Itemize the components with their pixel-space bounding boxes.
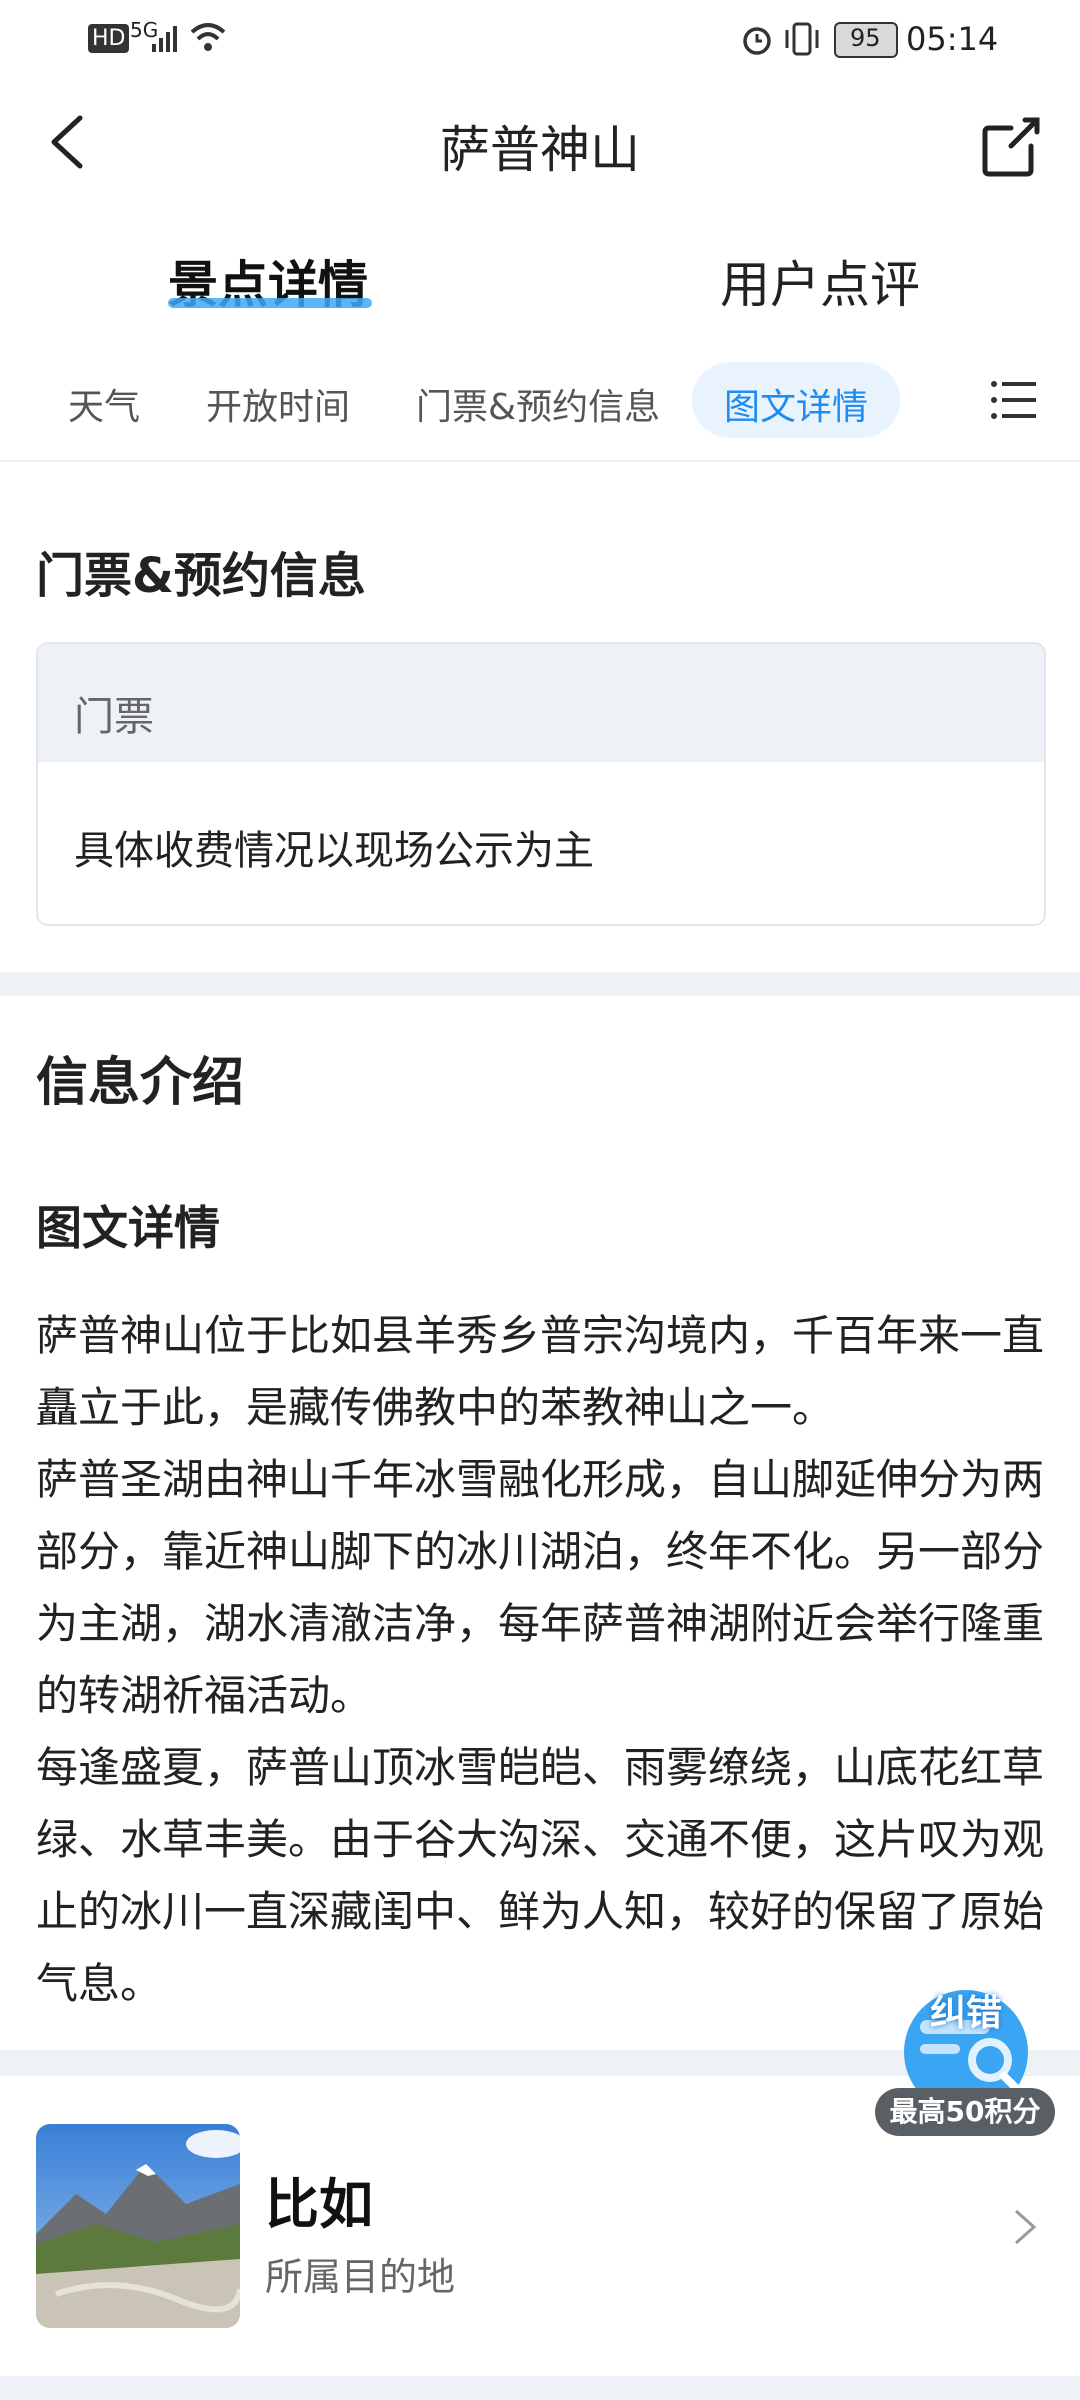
- share-icon[interactable]: [975, 110, 1045, 180]
- points-badge: 最高50积分: [875, 2088, 1055, 2136]
- ticket-box-header: 门票: [38, 644, 1044, 762]
- alarm-icon: [743, 27, 771, 55]
- tab-active-indicator: [168, 298, 372, 308]
- info-description: 萨普神山位于比如县羊秀乡普宗沟境内，千百年来一直矗立于此，是藏传佛教中的苯教神山…: [36, 1300, 1046, 2020]
- wifi-icon: [190, 23, 226, 51]
- info-paragraph: 萨普神山位于比如县羊秀乡普宗沟境内，千百年来一直矗立于此，是藏传佛教中的苯教神山…: [36, 1311, 1045, 1432]
- page-title: 萨普神山: [440, 121, 640, 179]
- hd-indicator: HD: [88, 24, 130, 53]
- ticket-info-box: 门票 具体收费情况以现场公示为主: [36, 642, 1046, 926]
- status-time: 05:14: [906, 20, 999, 58]
- status-bar: HD 5G 95 05:14: [0, 0, 1080, 80]
- sub-tab-weather[interactable]: 天气: [68, 378, 140, 430]
- list-menu-icon[interactable]: [990, 378, 1038, 422]
- destination-subtitle: 所属目的地: [265, 2255, 456, 2299]
- info-paragraph: 萨普圣湖由神山千年冰雪融化形成，自山脚延伸分为两部分，靠近神山脚下的冰川湖泊，终…: [36, 1455, 1045, 1720]
- destination-thumbnail: [36, 2124, 240, 2328]
- sub-tab-opening-hours[interactable]: 开放时间: [206, 378, 350, 430]
- sub-tab-graphic-details[interactable]: 图文详情: [724, 378, 868, 430]
- sub-tab-tickets[interactable]: 门票&预约信息: [416, 378, 660, 430]
- info-section-subtitle: 图文详情: [36, 1201, 220, 1255]
- vibrate-icon: [785, 22, 819, 56]
- ticket-box-header-label: 门票: [74, 694, 154, 740]
- tab-user-reviews[interactable]: 用户点评: [720, 245, 920, 317]
- destination-name: 比如: [265, 2173, 373, 2236]
- battery-icon: 95: [834, 22, 898, 58]
- ticket-section-title: 门票&预约信息: [36, 548, 366, 604]
- info-paragraph: 每逢盛夏，萨普山顶冰雪皑皑、雨雾缭绕，山底花红草绿、水草丰美。由于谷大沟深、交通…: [36, 1743, 1045, 2008]
- correction-label: 纠错: [930, 1993, 1003, 2034]
- battery-level: 95: [850, 24, 881, 52]
- info-section-title: 信息介绍: [36, 1053, 245, 1113]
- chevron-right-icon[interactable]: [1010, 2205, 1040, 2249]
- ticket-box-body: 具体收费情况以现场公示为主: [74, 828, 594, 874]
- signal-icon: [152, 26, 177, 52]
